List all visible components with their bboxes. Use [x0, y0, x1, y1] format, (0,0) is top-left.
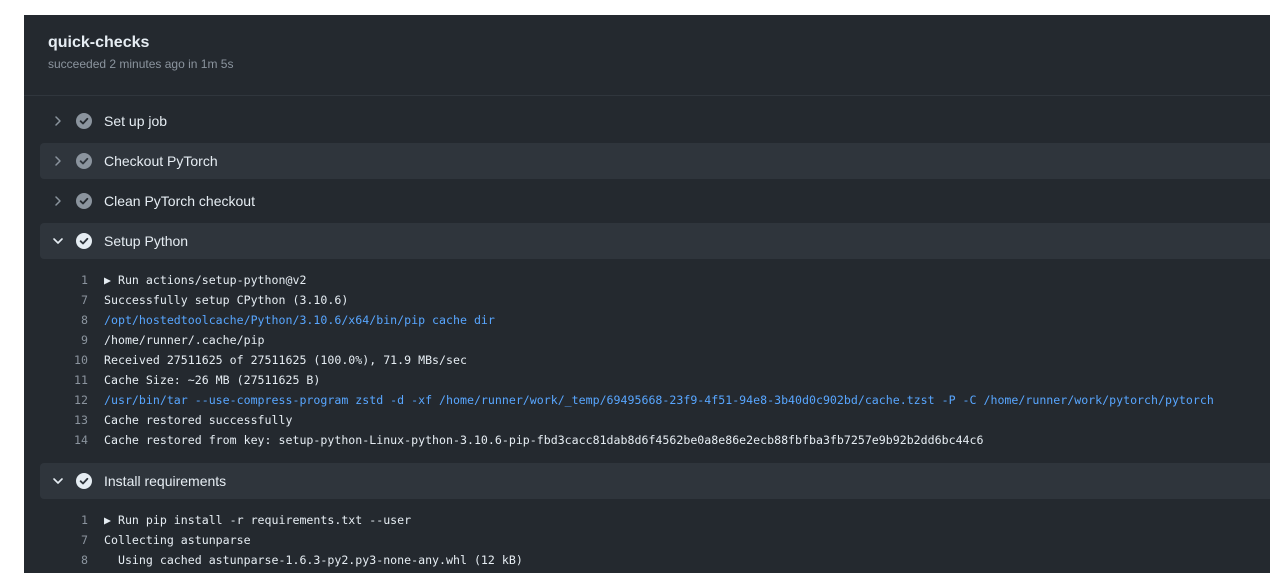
- step-clean-pytorch-checkout[interactable]: Clean PyTorch checkout: [40, 183, 1270, 219]
- step-checkout-pytorch[interactable]: Checkout PyTorch: [40, 143, 1270, 179]
- line-number: 8: [81, 553, 88, 567]
- chevron-right-icon: [51, 113, 65, 129]
- log-line: 13 Cache restored successfully: [64, 410, 1270, 430]
- log-text: Cache restored successfully: [104, 413, 293, 427]
- log-line: 10 Received 27511625 of 27511625 (100.0%)…: [64, 350, 1270, 370]
- log-command-text: /usr/bin/tar --use-compress-program zstd…: [104, 393, 1214, 407]
- check-circle-icon: [76, 473, 92, 489]
- line-number: 11: [74, 373, 88, 387]
- job-log-panel: quick-checks succeeded 2 minutes ago in …: [24, 15, 1270, 573]
- log-line: 9/home/runner/.cache/pip: [64, 330, 1270, 350]
- chevron-down-icon: [51, 233, 65, 249]
- log-line: 8/opt/hostedtoolcache/Python/3.10.6/x64/…: [64, 310, 1270, 330]
- log-line: 12/usr/bin/tar --use-compress-program zs…: [64, 390, 1270, 410]
- chevron-right-icon: [51, 153, 65, 169]
- log-line[interactable]: 1 ▶ Run pip install -r requirements.txt -…: [64, 510, 1270, 530]
- setup-python-log: 1 ▶ Run actions/setup-python@v2 7 Successf…: [64, 270, 1270, 450]
- line-number: 7: [81, 293, 88, 307]
- log-line: 7 Collecting astunparse: [64, 530, 1270, 550]
- line-number: 7: [81, 533, 88, 547]
- job-status: succeeded 2 minutes ago in 1m 5s: [48, 57, 234, 71]
- log-line: 11 Cache Size: ~26 MB (27511625 B): [64, 370, 1270, 390]
- job-header: quick-checks succeeded 2 minutes ago in …: [24, 15, 1270, 96]
- install-requirements-log: 1 ▶ Run pip install -r requirements.txt -…: [64, 510, 1270, 570]
- log-text: Collecting astunparse: [104, 533, 251, 547]
- log-text: Cache restored from key: setup-python-Li…: [104, 433, 984, 447]
- log-text: Received 27511625 of 27511625 (100.0%), …: [104, 353, 467, 367]
- line-number: 8: [81, 313, 88, 327]
- line-number: 9: [81, 333, 88, 347]
- line-number: 14: [74, 433, 88, 447]
- step-label: Checkout PyTorch: [104, 153, 218, 169]
- log-line[interactable]: 1 ▶ Run actions/setup-python@v2: [64, 270, 1270, 290]
- check-circle-icon: [76, 233, 92, 249]
- log-line: 8 Using cached astunparse-1.6.3-py2.py3-…: [64, 550, 1270, 570]
- log-text: Cache Size: ~26 MB (27511625 B): [104, 373, 321, 387]
- check-circle-icon: [76, 193, 92, 209]
- log-line: 7 Successfully setup CPython (3.10.6): [64, 290, 1270, 310]
- log-text: Using cached astunparse-1.6.3-py2.py3-no…: [104, 553, 523, 567]
- line-number: 1: [81, 273, 88, 287]
- log-text: ▶ Run pip install -r requirements.txt --…: [104, 513, 412, 527]
- step-install-requirements[interactable]: Install requirements: [40, 463, 1270, 499]
- step-setup-python[interactable]: Setup Python: [40, 223, 1270, 259]
- log-line: 14 Cache restored from key: setup-python-…: [64, 430, 1270, 450]
- line-number: 1: [81, 513, 88, 527]
- job-title: quick-checks: [48, 34, 150, 51]
- line-number: 10: [74, 353, 88, 367]
- chevron-down-icon: [51, 473, 65, 489]
- log-text: ▶ Run actions/setup-python@v2: [104, 273, 307, 287]
- step-label: Setup Python: [104, 233, 189, 249]
- check-circle-icon: [76, 113, 92, 129]
- step-label: Set up job: [104, 113, 168, 129]
- log-text: Successfully setup CPython (3.10.6): [104, 293, 349, 307]
- check-circle-icon: [76, 153, 92, 169]
- chevron-right-icon: [51, 193, 65, 209]
- line-number: 13: [74, 413, 88, 427]
- log-command-text: /opt/hostedtoolcache/Python/3.10.6/x64/b…: [104, 313, 495, 327]
- step-label: Install requirements: [104, 473, 227, 489]
- line-number: 12: [74, 393, 88, 407]
- step-label: Clean PyTorch checkout: [104, 193, 255, 209]
- log-text: /home/runner/.cache/pip: [104, 333, 265, 347]
- step-set-up-job[interactable]: Set up job: [40, 103, 1270, 139]
